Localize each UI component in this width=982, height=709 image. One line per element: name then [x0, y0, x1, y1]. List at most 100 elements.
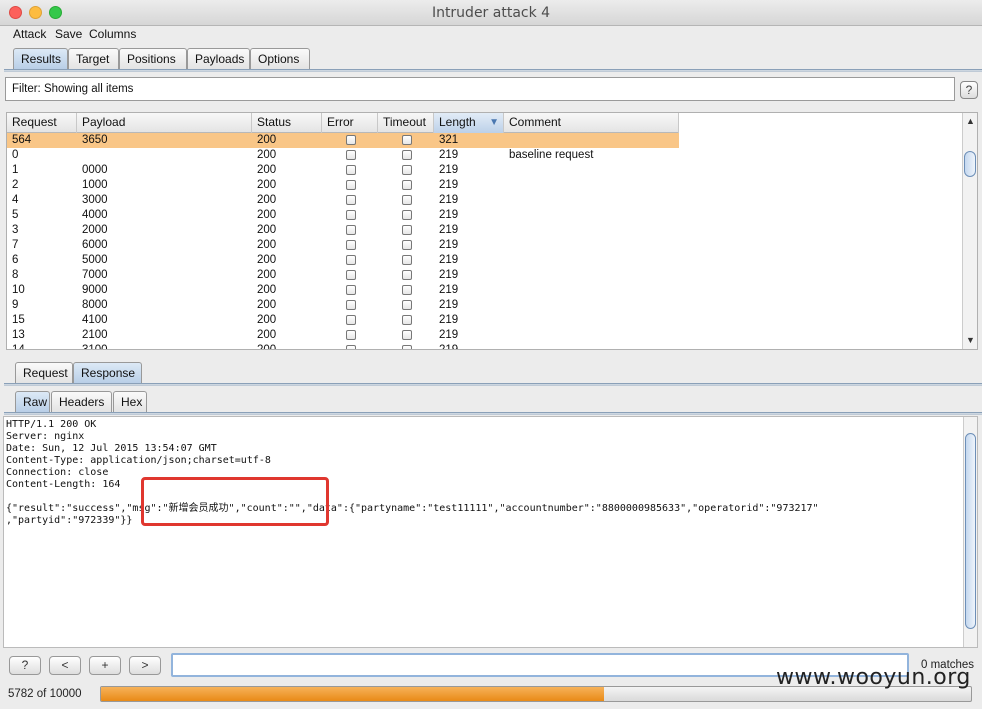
- table-row[interactable]: 6 5000 200 219: [7, 253, 679, 268]
- error-checkbox[interactable]: [346, 225, 356, 235]
- cell-status: 200: [257, 299, 277, 311]
- table-row[interactable]: 14 3100 200 219: [7, 343, 679, 350]
- error-checkbox[interactable]: [346, 165, 356, 175]
- timeout-checkbox[interactable]: [402, 315, 412, 325]
- menu-attack[interactable]: Attack: [13, 27, 46, 41]
- error-checkbox[interactable]: [346, 135, 356, 145]
- error-checkbox[interactable]: [346, 240, 356, 250]
- tab-payloads[interactable]: Payloads: [187, 48, 250, 70]
- error-checkbox[interactable]: [346, 255, 356, 265]
- column-request[interactable]: Request: [7, 113, 77, 133]
- cell-length: 219: [439, 194, 459, 206]
- timeout-checkbox[interactable]: [402, 135, 412, 145]
- scroll-up-icon[interactable]: ▲: [966, 116, 975, 126]
- timeout-checkbox[interactable]: [402, 255, 412, 265]
- response-viewer[interactable]: HTTP/1.1 200 OK Server: nginx Date: Sun,…: [3, 416, 978, 648]
- cell-payload: 9000: [82, 284, 108, 296]
- scroll-down-icon[interactable]: ▼: [966, 335, 975, 345]
- cell-payload: 6000: [82, 239, 108, 251]
- error-checkbox[interactable]: [346, 150, 356, 160]
- column-length-label: Length: [439, 115, 476, 129]
- tab-positions[interactable]: Positions: [119, 48, 187, 70]
- column-error[interactable]: Error: [322, 113, 378, 133]
- cell-request: 5: [12, 209, 19, 221]
- filter-bar[interactable]: Filter: Showing all items: [5, 77, 955, 101]
- search-next-button[interactable]: >: [129, 656, 161, 675]
- table-row[interactable]: 0 200 219 baseline request: [7, 148, 679, 163]
- filter-help-button[interactable]: ?: [960, 81, 978, 99]
- column-status[interactable]: Status: [252, 113, 322, 133]
- cell-length: 219: [439, 329, 459, 341]
- cell-length: 219: [439, 284, 459, 296]
- table-row[interactable]: 3 2000 200 219: [7, 223, 679, 238]
- timeout-checkbox[interactable]: [402, 300, 412, 310]
- cell-length: 219: [439, 164, 459, 176]
- timeout-checkbox[interactable]: [402, 345, 412, 349]
- search-help-button[interactable]: ?: [9, 656, 41, 675]
- tab-hex[interactable]: Hex: [113, 391, 147, 413]
- cell-request: 13: [12, 329, 25, 341]
- cell-payload: 4000: [82, 209, 108, 221]
- timeout-checkbox[interactable]: [402, 150, 412, 160]
- timeout-checkbox[interactable]: [402, 330, 412, 340]
- cell-status: 200: [257, 284, 277, 296]
- detail-tab-divider: [4, 383, 982, 386]
- view-tab-divider: [4, 412, 982, 415]
- timeout-checkbox[interactable]: [402, 240, 412, 250]
- tab-headers[interactable]: Headers: [51, 391, 112, 413]
- column-length[interactable]: Length ▼: [434, 113, 504, 133]
- table-row[interactable]: 13 2100 200 219: [7, 328, 679, 343]
- cell-length: 219: [439, 149, 459, 161]
- error-checkbox[interactable]: [346, 180, 356, 190]
- error-checkbox[interactable]: [346, 345, 356, 349]
- menu-columns[interactable]: Columns: [89, 27, 136, 41]
- response-scrollbar[interactable]: [963, 417, 977, 647]
- search-previous-button[interactable]: <: [49, 656, 81, 675]
- tab-raw[interactable]: Raw: [15, 391, 50, 413]
- table-row[interactable]: 2 1000 200 219: [7, 178, 679, 193]
- cell-payload: 0000: [82, 164, 108, 176]
- error-checkbox[interactable]: [346, 270, 356, 280]
- error-checkbox[interactable]: [346, 285, 356, 295]
- results-scroll-thumb[interactable]: [964, 151, 976, 177]
- table-row[interactable]: 15 4100 200 219: [7, 313, 679, 328]
- timeout-checkbox[interactable]: [402, 165, 412, 175]
- column-timeout[interactable]: Timeout: [378, 113, 434, 133]
- menu-save[interactable]: Save: [55, 27, 82, 41]
- column-payload[interactable]: Payload: [77, 113, 252, 133]
- table-row[interactable]: 8 7000 200 219: [7, 268, 679, 283]
- error-checkbox[interactable]: [346, 195, 356, 205]
- cell-payload: 3100: [82, 344, 108, 350]
- column-comment[interactable]: Comment: [504, 113, 679, 133]
- timeout-checkbox[interactable]: [402, 270, 412, 280]
- table-row[interactable]: 564 3650 200 321: [7, 133, 679, 148]
- error-checkbox[interactable]: [346, 210, 356, 220]
- results-scrollbar[interactable]: ▲ ▼: [962, 113, 977, 349]
- response-scroll-thumb[interactable]: [965, 433, 976, 629]
- timeout-checkbox[interactable]: [402, 195, 412, 205]
- cell-length: 219: [439, 224, 459, 236]
- error-checkbox[interactable]: [346, 300, 356, 310]
- timeout-checkbox[interactable]: [402, 285, 412, 295]
- table-row[interactable]: 5 4000 200 219: [7, 208, 679, 223]
- cell-length: 219: [439, 269, 459, 281]
- tab-request[interactable]: Request: [15, 362, 73, 384]
- error-checkbox[interactable]: [346, 315, 356, 325]
- tab-response[interactable]: Response: [73, 362, 142, 384]
- cell-status: 200: [257, 344, 277, 350]
- tab-target[interactable]: Target: [68, 48, 119, 70]
- table-row[interactable]: 1 0000 200 219: [7, 163, 679, 178]
- timeout-checkbox[interactable]: [402, 180, 412, 190]
- timeout-checkbox[interactable]: [402, 210, 412, 220]
- search-add-button[interactable]: +: [89, 656, 121, 675]
- timeout-checkbox[interactable]: [402, 225, 412, 235]
- tab-options[interactable]: Options: [250, 48, 310, 70]
- tab-results[interactable]: Results: [13, 48, 68, 70]
- cell-request: 2: [12, 179, 19, 191]
- main-tab-bar: Results Target Positions Payloads Option…: [0, 48, 982, 70]
- table-row[interactable]: 4 3000 200 219: [7, 193, 679, 208]
- table-row[interactable]: 9 8000 200 219: [7, 298, 679, 313]
- table-row[interactable]: 7 6000 200 219: [7, 238, 679, 253]
- table-row[interactable]: 10 9000 200 219: [7, 283, 679, 298]
- error-checkbox[interactable]: [346, 330, 356, 340]
